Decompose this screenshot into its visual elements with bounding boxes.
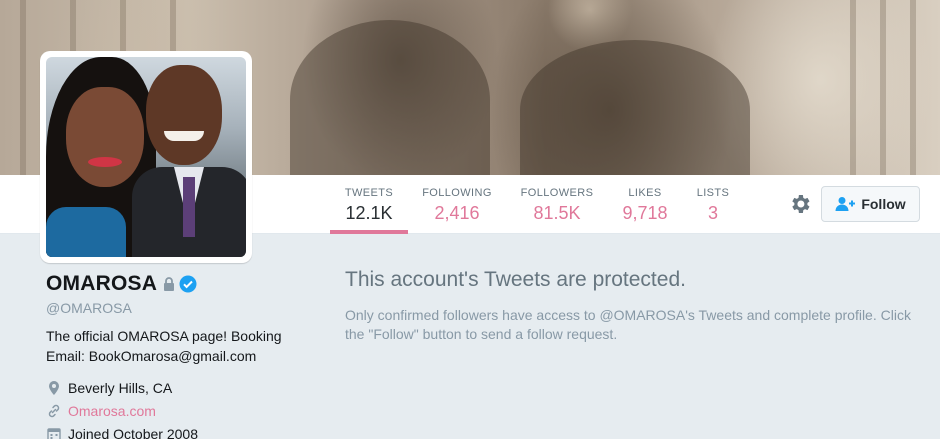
follow-user-icon: [835, 197, 856, 211]
profile-name[interactable]: OMAROSA: [46, 272, 157, 296]
stat-value: 81.5K: [533, 203, 581, 223]
stat-label: FOLLOWERS: [520, 187, 594, 199]
location-text: Beverly Hills, CA: [68, 379, 173, 396]
avatar[interactable]: [40, 51, 252, 263]
calendar-icon: [47, 427, 61, 439]
profile-website: Omarosa.com: [46, 399, 306, 422]
avatar-photo: [46, 57, 246, 257]
stat-value: 2,416: [434, 203, 480, 223]
stat-value: 12.1K: [345, 203, 393, 223]
stat-label: LIKES: [628, 187, 662, 199]
nav-stat-followers[interactable]: FOLLOWERS 81.5K: [518, 175, 596, 234]
nav-stat-tweets[interactable]: TWEETS 12.1K: [330, 175, 408, 234]
stat-label: LISTS: [696, 187, 730, 199]
follow-button[interactable]: Follow: [821, 186, 920, 222]
profile-location: Beverly Hills, CA: [46, 376, 306, 399]
stat-value: 9,718: [622, 203, 668, 223]
profile-card: OMAROSA @OMAROSA The official OMAROSA pa…: [46, 270, 306, 439]
gear-icon[interactable]: [788, 192, 812, 216]
protected-notice: This account's Tweets are protected. Onl…: [345, 266, 930, 344]
profile-meta: Beverly Hills, CA Omarosa.com Joined Oct…: [46, 376, 306, 439]
profile-bio: The official OMAROSA page! Booking Email…: [46, 328, 282, 364]
stat-label: FOLLOWING: [422, 187, 492, 199]
stat-label: TWEETS: [344, 187, 394, 199]
joined-text: Joined October 2008: [68, 425, 198, 439]
stat-value: 3: [707, 203, 718, 223]
protected-title: This account's Tweets are protected.: [345, 268, 686, 291]
nav-stat-lists[interactable]: LISTS 3: [694, 175, 732, 234]
location-pin-icon: [49, 380, 59, 395]
profile-handle[interactable]: @OMAROSA: [46, 300, 306, 316]
website-link[interactable]: Omarosa.com: [68, 403, 156, 419]
link-icon: [48, 404, 60, 417]
profile-name-row: OMAROSA: [46, 270, 306, 298]
follow-button-label: Follow: [861, 196, 906, 212]
verified-badge-icon: [179, 275, 197, 293]
lock-icon: [164, 277, 175, 291]
protected-message: Only confirmed followers have access to …: [345, 307, 911, 342]
nav-stat-likes[interactable]: LIKES 9,718: [616, 175, 674, 234]
nav-stat-following[interactable]: FOLLOWING 2,416: [420, 175, 494, 234]
profile-joined: Joined October 2008: [46, 422, 306, 439]
